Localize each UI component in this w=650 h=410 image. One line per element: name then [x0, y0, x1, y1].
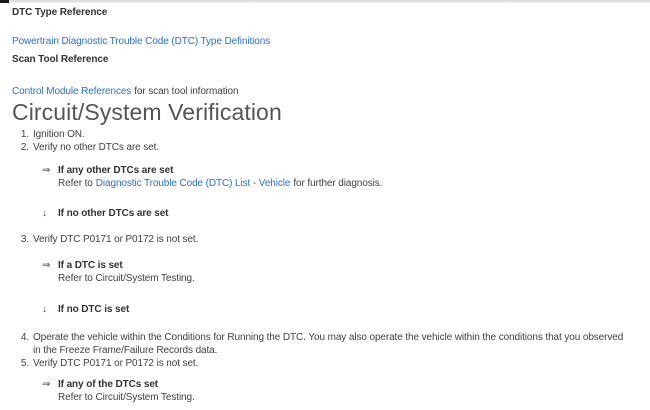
scan-tool-link-suffix: for scan tool information: [134, 86, 238, 97]
top-progress-accent: [0, 0, 9, 3]
step-number: 5.: [12, 357, 33, 370]
step-number: 1.: [12, 128, 33, 141]
down-arrow-icon: ↓: [42, 207, 54, 220]
step-text: Verify DTC P0171 or P0172 is not set.: [33, 357, 629, 370]
double-right-arrow-icon: ⇒: [42, 259, 54, 272]
branch-head: ⇒ If any of the DTCs set: [42, 378, 635, 391]
refer-line: Refer toDiagnostic Trouble Code (DTC) Li…: [58, 177, 635, 190]
branch-label: If no DTC is set: [58, 303, 129, 316]
refer-prefix: Refer to: [58, 178, 93, 189]
branch-label: If any other DTCs are set: [58, 164, 173, 177]
branch-label: If any of the DTCs set: [58, 378, 158, 391]
double-right-arrow-icon: ⇒: [42, 378, 54, 391]
list-item-2: 2. Verify no other DTCs are set.: [12, 141, 635, 154]
link-control-module-references[interactable]: Control Module References: [12, 86, 131, 97]
dtc-type-link-row: Powertrain Diagnostic Trouble Code (DTC)…: [12, 35, 635, 48]
link-dtc-list-vehicle[interactable]: Diagnostic Trouble Code (DTC) List - Veh…: [96, 178, 291, 189]
branch-condition-no-dtc-is-set: ↓ If no DTC is set: [42, 303, 635, 316]
document-content: DTC Type Reference Powertrain Diagnostic…: [0, 6, 650, 404]
list-item-5: 5. Verify DTC P0171 or P0172 is not set.: [12, 357, 635, 370]
page-title: Circuit/System Verification: [12, 100, 635, 124]
branch-condition-a-dtc-is-set: ⇒ If a DTC is set Refer to Circuit/Syste…: [42, 259, 635, 285]
branch-head: ⇒ If a DTC is set: [42, 259, 635, 272]
scan-tool-link-row: Control Module Referencesfor scan tool i…: [12, 85, 635, 98]
step-text: Verify DTC P0171 or P0172 is not set.: [33, 233, 629, 246]
step-number: 4.: [12, 331, 33, 357]
branch-condition-no-other-dtcs: ↓ If no other DTCs are set: [42, 207, 635, 220]
refer-line: Refer to Circuit/System Testing.: [58, 391, 635, 404]
down-arrow-icon: ↓: [42, 303, 54, 316]
branch-head: ⇒ If any other DTCs are set: [42, 164, 635, 177]
branch-label: If a DTC is set: [58, 259, 123, 272]
refer-line: Refer to Circuit/System Testing.: [58, 272, 635, 285]
list-item-4: 4. Operate the vehicle within the Condit…: [12, 331, 635, 357]
section-heading-scan-tool-reference: Scan Tool Reference: [12, 53, 635, 66]
step-number: 2.: [12, 141, 33, 154]
double-right-arrow-icon: ⇒: [42, 164, 54, 177]
step-number: 3.: [12, 233, 33, 246]
step-text: Ignition ON.: [33, 128, 629, 141]
branch-condition-any-of-the-dtcs-set: ⇒ If any of the DTCs set Refer to Circui…: [42, 378, 635, 404]
top-progress-bar: [0, 0, 650, 3]
refer-suffix: for further diagnosis.: [293, 178, 382, 189]
step-text: Verify no other DTCs are set.: [33, 141, 629, 154]
list-item-3: 3. Verify DTC P0171 or P0172 is not set.: [12, 233, 635, 246]
branch-condition-any-other-dtcs: ⇒ If any other DTCs are set Refer toDiag…: [42, 164, 635, 190]
link-powertrain-dtc-type-definitions[interactable]: Powertrain Diagnostic Trouble Code (DTC)…: [12, 36, 270, 47]
branch-label: If no other DTCs are set: [58, 207, 168, 220]
step-text: Operate the vehicle within the Condition…: [33, 331, 629, 357]
list-item-1: 1. Ignition ON.: [12, 128, 635, 141]
section-heading-dtc-type-reference: DTC Type Reference: [12, 6, 635, 19]
